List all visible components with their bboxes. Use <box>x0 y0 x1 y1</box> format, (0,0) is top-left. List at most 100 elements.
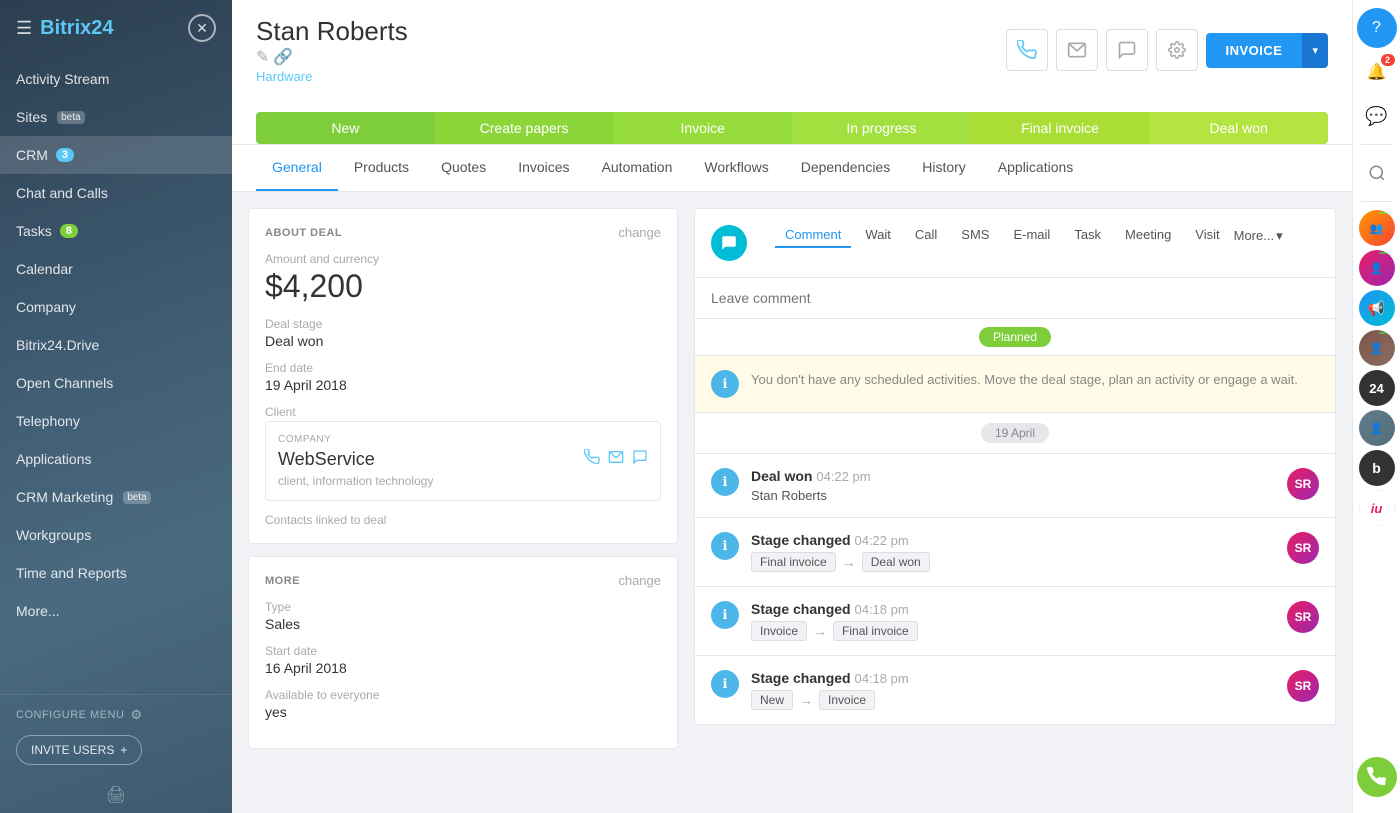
company-label: COMPANY <box>278 434 648 445</box>
company-desc: client, information technology <box>278 474 433 488</box>
avatar-2[interactable]: 👤 <box>1359 250 1395 286</box>
close-icon[interactable]: ✕ <box>188 14 216 42</box>
activity-tab-meeting[interactable]: Meeting <box>1115 223 1181 248</box>
stage-deal-won[interactable]: Deal won <box>1149 112 1328 144</box>
invoice-button-group: INVOICE ▾ <box>1206 33 1329 68</box>
invite-users-button[interactable]: INVITE USERS + <box>16 735 142 765</box>
about-deal-header: ABOUT DEAL change <box>265 225 661 240</box>
chevron-down-icon: ▾ <box>1276 228 1283 244</box>
tab-automation[interactable]: Automation <box>586 145 689 191</box>
plus-icon: + <box>120 743 127 757</box>
app-logo: Bitrix24 <box>40 17 113 40</box>
link-icon[interactable]: 🔗 <box>273 49 293 66</box>
sidebar-item-calendar[interactable]: Calendar <box>0 250 232 288</box>
header-title-area: Stan Roberts ✎ 🔗 Hardware <box>256 16 408 84</box>
activity-content: Deal won 04:22 pm Stan Roberts <box>751 468 1275 503</box>
search-button[interactable] <box>1357 153 1397 193</box>
avatar-italic[interactable]: iu <box>1359 490 1395 526</box>
company-email-icon[interactable] <box>608 449 624 470</box>
sidebar-item-telephony[interactable]: Telephony <box>0 402 232 440</box>
tab-applications[interactable]: Applications <box>982 145 1090 191</box>
tab-general[interactable]: General <box>256 145 338 191</box>
sidebar-item-activity-stream[interactable]: Activity Stream <box>0 60 232 98</box>
amount-value: $4,200 <box>265 268 661 305</box>
stage-invoice[interactable]: Invoice <box>613 112 792 144</box>
activity-tab-email[interactable]: E-mail <box>1003 223 1060 248</box>
tab-invoices[interactable]: Invoices <box>502 145 585 191</box>
activity-tab-visit[interactable]: Visit <box>1185 223 1229 248</box>
avatar-megaphone[interactable]: 📢 <box>1359 290 1395 326</box>
about-deal-change[interactable]: change <box>618 225 661 240</box>
tab-dependencies[interactable]: Dependencies <box>785 145 907 191</box>
sidebar-item-crm-marketing[interactable]: CRM Marketing beta <box>0 478 232 516</box>
avatar: SR <box>1287 601 1319 633</box>
call-button[interactable] <box>1006 29 1048 71</box>
planned-badge: Planned <box>979 327 1051 347</box>
avatar-1[interactable]: 👥 <box>1359 210 1395 246</box>
activity-tab-call[interactable]: Call <box>905 223 947 248</box>
info-box: ℹ You don't have any scheduled activitie… <box>694 356 1336 413</box>
hamburger-icon[interactable]: ☰ <box>16 18 32 39</box>
tab-history[interactable]: History <box>906 145 982 191</box>
arrow-right-icon: → <box>842 554 856 570</box>
stage-bar: New Create papers Invoice In progress Fi… <box>256 100 1328 144</box>
info-icon: ℹ <box>711 468 739 496</box>
company-chat-icon[interactable] <box>632 449 648 470</box>
avatar-3[interactable]: 👤 <box>1359 330 1395 366</box>
comment-box <box>694 278 1336 319</box>
sidebar-item-label: Company <box>16 299 76 315</box>
company-call-icon[interactable] <box>584 449 600 470</box>
configure-menu-btn[interactable]: CONFIGURE MENU ⚙ <box>16 707 216 723</box>
comment-input[interactable] <box>711 290 1319 306</box>
tab-quotes[interactable]: Quotes <box>425 145 502 191</box>
bitrix24-icon[interactable]: 24 <box>1359 370 1395 406</box>
tasks-badge: 8 <box>60 224 78 238</box>
activity-more-dropdown[interactable]: More... ▾ <box>1234 228 1283 244</box>
invite-users-label: INVITE USERS <box>31 743 114 757</box>
sidebar-item-workgroups[interactable]: Workgroups <box>0 516 232 554</box>
sidebar-item-crm[interactable]: CRM 3 <box>0 136 232 174</box>
tab-workflows[interactable]: Workflows <box>688 145 784 191</box>
sidebar-item-sites[interactable]: Sites beta <box>0 98 232 136</box>
stage-new[interactable]: New <box>256 112 435 144</box>
activity-tab-sms[interactable]: SMS <box>951 223 999 248</box>
invoice-dropdown-button[interactable]: ▾ <box>1302 33 1328 68</box>
settings-button[interactable] <box>1156 29 1198 71</box>
activity-tab-comment[interactable]: Comment <box>775 223 851 248</box>
stage-create-papers[interactable]: Create papers <box>435 112 614 144</box>
phone-button[interactable] <box>1357 757 1397 797</box>
sidebar-item-chat-calls[interactable]: Chat and Calls <box>0 174 232 212</box>
header-subtitle: Hardware <box>256 69 408 84</box>
sidebar-item-bitrix24drive[interactable]: Bitrix24.Drive <box>0 326 232 364</box>
stage-final-invoice[interactable]: Final invoice <box>971 112 1150 144</box>
stage-in-progress[interactable]: In progress <box>792 112 971 144</box>
avatar-4[interactable]: 👤 <box>1359 410 1395 446</box>
stage-to-tag: Invoice <box>819 690 875 710</box>
activity-tab-wait[interactable]: Wait <box>855 223 901 248</box>
info-icon: ℹ <box>711 670 739 698</box>
more-change[interactable]: change <box>618 573 661 588</box>
invoice-main-button[interactable]: INVOICE <box>1206 33 1303 68</box>
chat-rs-button[interactable]: 💬 <box>1357 96 1397 136</box>
printer-icon[interactable]: 🖨 <box>0 777 232 813</box>
type-value: Sales <box>265 616 661 632</box>
sidebar-item-applications[interactable]: Applications <box>0 440 232 478</box>
sidebar-item-company[interactable]: Company <box>0 288 232 326</box>
help-button[interactable]: ? <box>1357 8 1397 48</box>
main-content: Stan Roberts ✎ 🔗 Hardware <box>232 0 1352 813</box>
avatar-b[interactable]: b <box>1359 450 1395 486</box>
sidebar-item-more[interactable]: More... <box>0 592 232 630</box>
edit-icon[interactable]: ✎ <box>256 49 269 66</box>
email-button[interactable] <box>1056 29 1098 71</box>
notification-button[interactable]: 🔔 2 <box>1357 52 1397 92</box>
sidebar-item-tasks[interactable]: Tasks 8 <box>0 212 232 250</box>
activity-tab-task[interactable]: Task <box>1064 223 1111 248</box>
deal-stage-value: Deal won <box>265 333 661 349</box>
tab-products[interactable]: Products <box>338 145 425 191</box>
chat-button[interactable] <box>1106 29 1148 71</box>
activity-content: Stage changed 04:22 pm Final invoice → D… <box>751 532 1275 572</box>
stage-change: Invoice → Final invoice <box>751 621 1275 641</box>
sidebar-item-time-reports[interactable]: Time and Reports <box>0 554 232 592</box>
sidebar-item-open-channels[interactable]: Open Channels <box>0 364 232 402</box>
activity-title: Deal won 04:22 pm <box>751 468 1275 484</box>
